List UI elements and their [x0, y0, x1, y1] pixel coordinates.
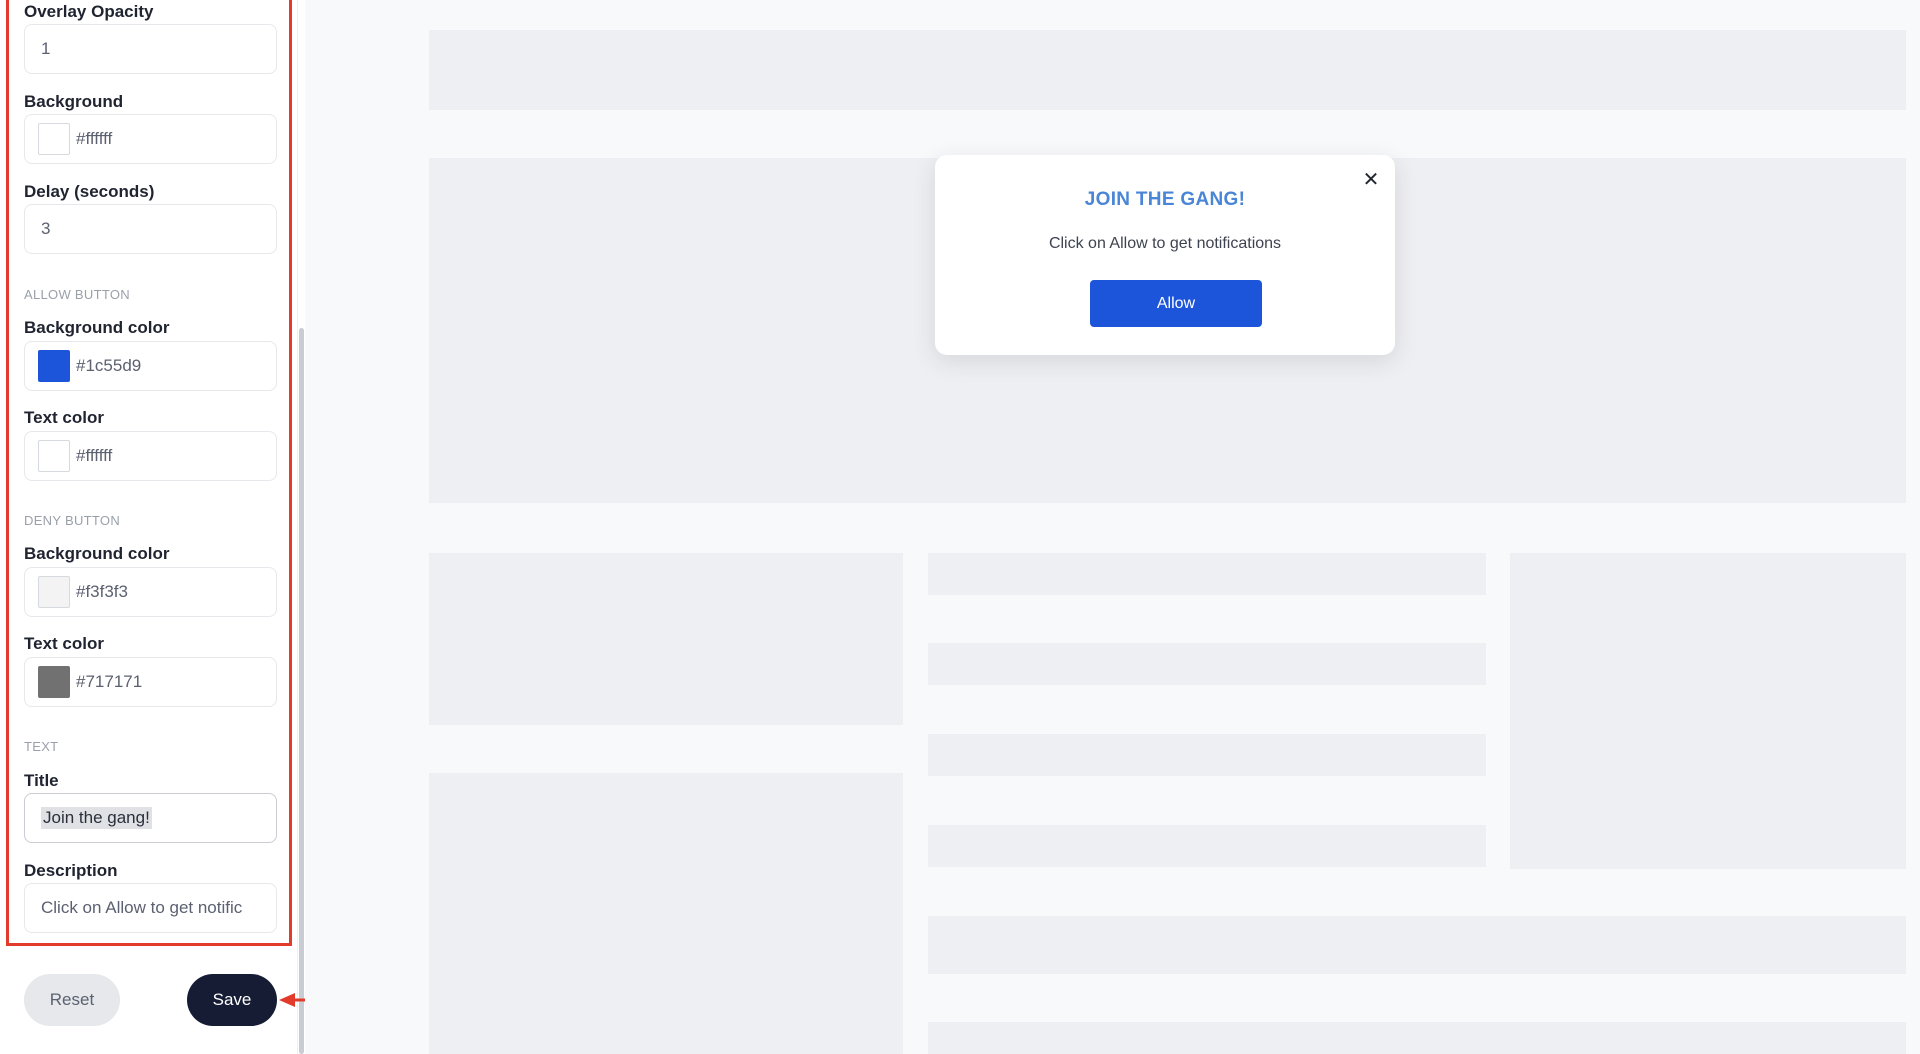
deny-text-color-picker[interactable]: #717171: [24, 657, 277, 707]
placeholder-block: [1510, 553, 1906, 869]
delay-input[interactable]: 3: [24, 204, 277, 254]
notification-modal: ✕ JOIN THE GANG! Click on Allow to get n…: [935, 155, 1395, 355]
deny-text-color-value: #717171: [76, 672, 143, 691]
title-input[interactable]: Join the gang!: [24, 793, 277, 843]
description-input[interactable]: Click on Allow to get notific: [24, 883, 277, 933]
background-color-picker[interactable]: #ffffff: [24, 114, 277, 164]
allow-bg-color-value: #1c55d9: [76, 356, 142, 375]
placeholder-line: [928, 643, 1486, 685]
placeholder-block: [429, 30, 1906, 110]
deny-button-section-label: DENY BUTTON: [24, 513, 121, 528]
allow-bg-color-label: Background color: [24, 318, 170, 337]
allow-text-color-label: Text color: [24, 408, 104, 427]
modal-title: JOIN THE GANG!: [1084, 189, 1246, 210]
background-color-value: #ffffff: [76, 129, 113, 148]
deny-bg-color-value: #f3f3f3: [76, 582, 128, 601]
description-label: Description: [24, 861, 118, 880]
reset-button[interactable]: Reset: [24, 974, 120, 1026]
overlay-opacity-input[interactable]: 1: [24, 24, 277, 74]
allow-text-color-picker[interactable]: #ffffff: [24, 431, 277, 481]
placeholder-line: [928, 553, 1486, 595]
placeholder-line: [928, 734, 1486, 776]
deny-text-swatch[interactable]: [38, 666, 70, 698]
deny-bg-color-label: Background color: [24, 544, 170, 563]
settings-sidebar: Overlay Opacity 1 Background #ffffff Del…: [0, 0, 305, 1054]
modal-description: Click on Allow to get notifications: [1048, 235, 1282, 252]
allow-text-swatch[interactable]: [38, 440, 70, 472]
background-swatch[interactable]: [38, 123, 70, 155]
deny-bg-color-picker[interactable]: #f3f3f3: [24, 567, 277, 617]
delay-value: 3: [41, 219, 51, 238]
deny-bg-swatch[interactable]: [38, 576, 70, 608]
placeholder-block: [928, 1022, 1906, 1054]
description-input-value: Click on Allow to get notific: [41, 898, 243, 917]
text-section-label: TEXT: [24, 739, 59, 754]
overlay-opacity-label: Overlay Opacity: [24, 2, 154, 21]
sidebar-scrollbar-thumb[interactable]: [299, 328, 304, 1054]
close-icon[interactable]: ✕: [1361, 169, 1381, 191]
deny-text-color-label: Text color: [24, 634, 104, 653]
placeholder-block: [928, 916, 1906, 974]
background-label: Background: [24, 92, 124, 111]
title-input-value: Join the gang!: [41, 807, 152, 829]
placeholder-line: [928, 825, 1486, 867]
placeholder-block: [429, 553, 903, 725]
placeholder-block: [429, 773, 903, 1054]
allow-button-section-label: ALLOW BUTTON: [24, 287, 130, 302]
allow-bg-color-picker[interactable]: #1c55d9: [24, 341, 277, 391]
overlay-opacity-value: 1: [41, 39, 51, 58]
allow-text-color-value: #ffffff: [76, 446, 113, 465]
delay-label: Delay (seconds): [24, 182, 155, 201]
title-label: Title: [24, 771, 59, 790]
allow-bg-swatch[interactable]: [38, 350, 70, 382]
allow-button[interactable]: Allow: [1090, 280, 1262, 327]
save-button[interactable]: Save: [187, 974, 277, 1026]
